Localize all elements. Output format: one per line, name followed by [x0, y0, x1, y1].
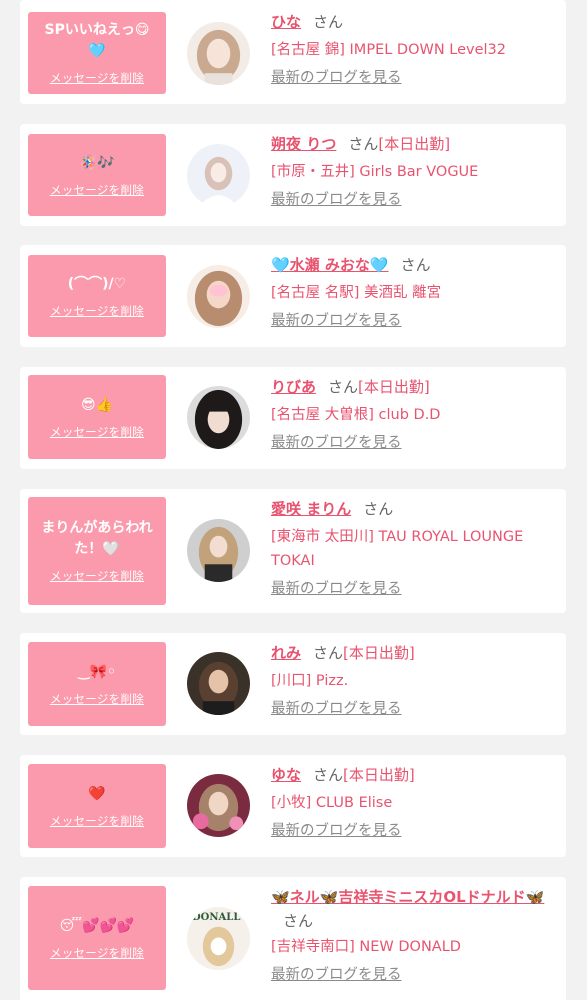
cast-info: 🩵水瀬 みおな🩵 さん [名古屋 名駅] 美酒乱 離宮 最新のブログを見る: [271, 253, 561, 333]
delete-message-link[interactable]: メッセージを削除: [50, 813, 144, 829]
latest-blog-link[interactable]: 最新のブログを見る: [271, 66, 402, 90]
cast-info: ゆな さん[本日出勤] [小牧] CLUB Elise 最新のブログを見る: [271, 763, 561, 843]
delete-message-link[interactable]: メッセージを削除: [50, 303, 144, 319]
honorific: さん: [363, 500, 394, 518]
delete-message-link[interactable]: メッセージを削除: [50, 945, 144, 961]
message-bubble: 😎👍 メッセージを削除: [28, 375, 166, 459]
status-label: [本日出勤]: [378, 135, 451, 153]
honorific: さん: [400, 256, 431, 274]
list-item: 😎👍 メッセージを削除 りびあ さん[本日出勤] [名古屋 大曽根] club D…: [20, 367, 566, 469]
shop-info: [小牧] CLUB Elise: [271, 795, 393, 811]
latest-blog-link[interactable]: 最新のブログを見る: [271, 431, 402, 455]
cast-name-link[interactable]: りびあ: [271, 378, 316, 396]
message-bubble: SPいいねえっ😋🩵 メッセージを削除: [28, 12, 166, 94]
message-text: (⌒⌒)/♡: [67, 275, 127, 292]
avatar[interactable]: [187, 652, 250, 715]
message-text: 😎👍: [80, 396, 114, 413]
status-label: [本日出勤]: [358, 378, 430, 396]
message-text: まりんがあらわれた！🤍: [41, 520, 153, 557]
cast-name-link[interactable]: 🦋ネル🦋吉祥寺ミニスカOLドナルド🦋: [271, 888, 544, 906]
message-text: ‿🎀◦: [78, 663, 116, 680]
delete-message-link[interactable]: メッセージを削除: [50, 568, 144, 584]
shop-info: [東海市 太田川] TAU ROYAL LOUNGE TOKAI: [271, 529, 524, 569]
avatar-sign: DONALL: [192, 912, 241, 923]
message-text: SPいいねえっ😋🩵: [44, 22, 150, 59]
latest-blog-link[interactable]: 最新のブログを見る: [271, 188, 402, 212]
avatar[interactable]: [187, 265, 250, 328]
honorific: さん: [283, 912, 314, 930]
avatar[interactable]: [187, 22, 250, 85]
list-item: ❤️ メッセージを削除 ゆな さん[本日出勤] [小牧] CLUB Elise 最…: [20, 755, 566, 857]
message-bubble: (⌒⌒)/♡ メッセージを削除: [28, 255, 166, 337]
cast-name-link[interactable]: れみ: [271, 644, 301, 662]
cast-name-link[interactable]: ひな: [271, 13, 301, 31]
latest-blog-link[interactable]: 最新のブログを見る: [271, 309, 402, 333]
cast-info: れみ さん[本日出勤] [川口] Pizz. 最新のブログを見る: [271, 641, 561, 721]
cast-name-link[interactable]: ゆな: [271, 766, 301, 784]
avatar[interactable]: [187, 386, 250, 449]
cast-info: 🦋ネル🦋吉祥寺ミニスカOLドナルド🦋さん [吉祥寺南口] NEW DONALD …: [271, 885, 561, 987]
delete-message-link[interactable]: メッセージを削除: [50, 70, 144, 86]
shop-info: [川口] Pizz.: [271, 673, 349, 689]
shop-info: [名古屋 名駅] 美酒乱 離宮: [271, 285, 442, 301]
list-item: SPいいねえっ😋🩵 メッセージを削除 ひな さん [名古屋 錦] IMPEL DO…: [20, 0, 566, 104]
shop-info: [名古屋 大曽根] club D.D: [271, 407, 441, 423]
cast-name-link[interactable]: 愛咲 まりん: [271, 500, 351, 518]
message-bubble: まりんがあらわれた！🤍 メッセージを削除: [28, 497, 166, 605]
list-item: (⌒⌒)/♡ メッセージを削除 🩵水瀬 みおな🩵 さん [名古屋 名駅] 美酒乱 …: [20, 245, 566, 347]
avatar[interactable]: [187, 519, 250, 582]
status-label: [本日出勤]: [343, 644, 415, 662]
message-text: ❤️: [88, 785, 106, 802]
latest-blog-link[interactable]: 最新のブログを見る: [271, 819, 402, 843]
delete-message-link[interactable]: メッセージを削除: [50, 424, 144, 440]
message-text: 😴💕💕💕: [59, 917, 135, 934]
cast-info: りびあ さん[本日出勤] [名古屋 大曽根] club D.D 最新のブログを見る: [271, 375, 561, 455]
honorific: さん: [313, 766, 344, 784]
list-item: 🪅🎶 メッセージを削除 朔夜 りつ さん[本日出勤] [市原・五井] Girls …: [20, 124, 566, 226]
latest-blog-link[interactable]: 最新のブログを見る: [271, 963, 402, 987]
message-bubble: 😴💕💕💕 メッセージを削除: [28, 886, 166, 990]
cast-info: 朔夜 りつ さん[本日出勤] [市原・五井] Girls Bar VOGUE 最新…: [271, 132, 561, 212]
shop-info: [名古屋 錦] IMPEL DOWN Level32: [271, 42, 507, 58]
honorific: さん: [328, 378, 359, 396]
cast-info: ひな さん [名古屋 錦] IMPEL DOWN Level32 最新のブログを見…: [271, 10, 561, 90]
status-label: [本日出勤]: [343, 766, 415, 784]
cast-name-link[interactable]: 朔夜 りつ: [271, 135, 336, 153]
cast-name-link[interactable]: 🩵水瀬 みおな🩵: [271, 256, 389, 274]
message-bubble: ‿🎀◦ メッセージを削除: [28, 642, 166, 726]
shop-info: [市原・五井] Girls Bar VOGUE: [271, 164, 479, 180]
cast-info: 愛咲 まりん さん [東海市 太田川] TAU ROYAL LOUNGE TOKA…: [271, 497, 561, 601]
message-bubble: 🪅🎶 メッセージを削除: [28, 134, 166, 216]
latest-blog-link[interactable]: 最新のブログを見る: [271, 577, 402, 601]
avatar[interactable]: [187, 774, 250, 837]
list-item: 😴💕💕💕 メッセージを削除 DONALL 🦋ネル🦋吉祥寺ミニスカOLドナルド🦋 さ…: [20, 877, 566, 1000]
list-item: まりんがあらわれた！🤍 メッセージを削除 愛咲 まりん さん [東海市 太田川] …: [20, 489, 566, 613]
delete-message-link[interactable]: メッセージを削除: [50, 182, 144, 198]
shop-info: [吉祥寺南口] NEW DONALD: [271, 939, 461, 955]
honorific: さん: [313, 644, 344, 662]
avatar[interactable]: DONALL: [187, 907, 250, 970]
avatar[interactable]: [187, 144, 250, 207]
latest-blog-link[interactable]: 最新のブログを見る: [271, 697, 402, 721]
list-item: ‿🎀◦ メッセージを削除 れみ さん[本日出勤] [川口] Pizz. 最新のブロ…: [20, 633, 566, 735]
message-text: 🪅🎶: [79, 154, 115, 171]
delete-message-link[interactable]: メッセージを削除: [50, 691, 144, 707]
message-list: SPいいねえっ😋🩵 メッセージを削除 ひな さん [名古屋 錦] IMPEL DO…: [0, 0, 587, 1000]
message-bubble: ❤️ メッセージを削除: [28, 764, 166, 848]
honorific: さん: [348, 135, 379, 153]
honorific: さん: [313, 13, 344, 31]
